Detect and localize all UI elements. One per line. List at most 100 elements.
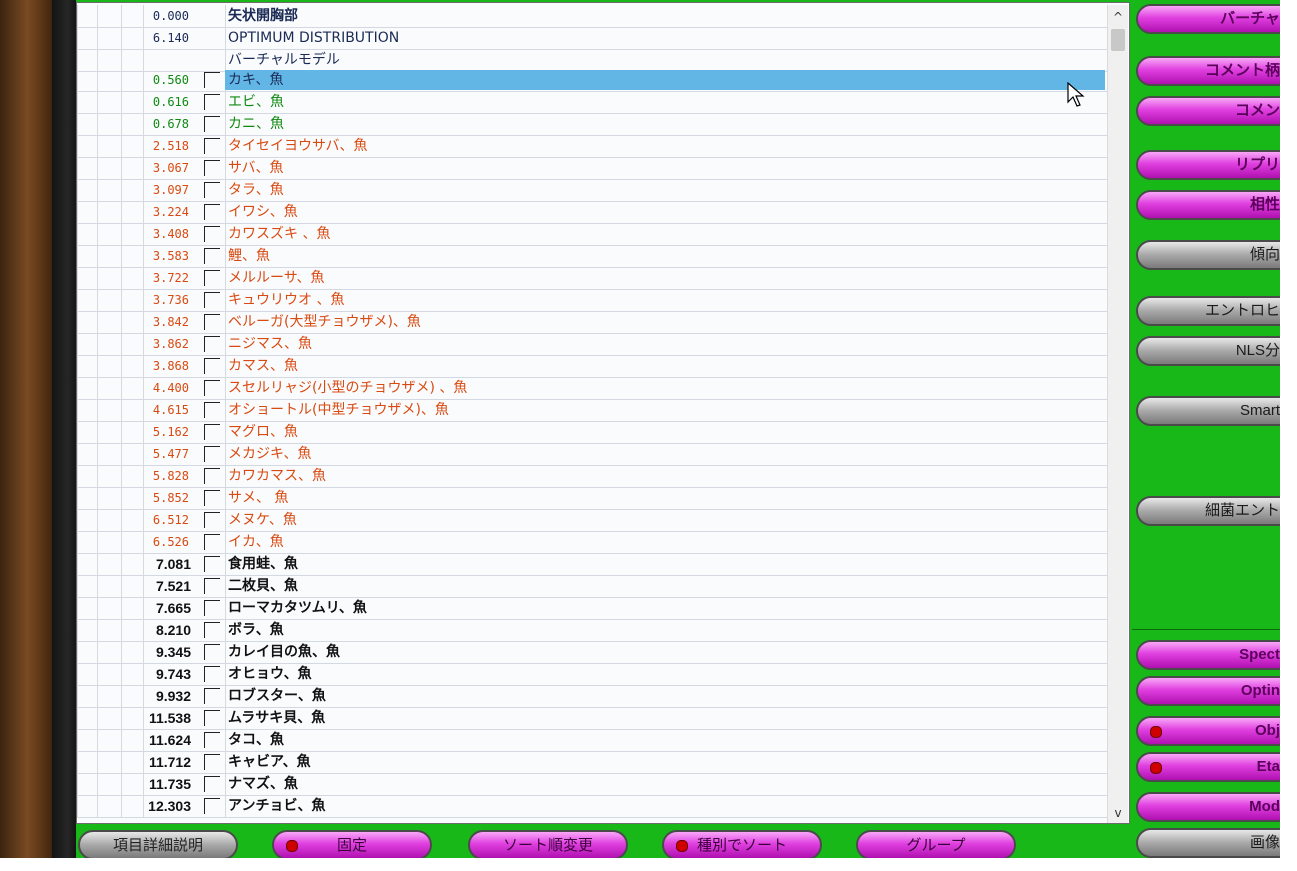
header-row[interactable]: 0.000 矢状開胸部 (77, 5, 1107, 28)
table-row[interactable]: 4.400 スセルリャジ(小型のチョウザメ) 、魚 (77, 377, 1107, 400)
row-checkbox[interactable] (204, 688, 220, 704)
table-row[interactable]: 5.852 サメ、 魚 (77, 487, 1107, 510)
side-button-label: リプリ (1234, 156, 1280, 173)
table-row[interactable]: 7.521 二枚貝、魚 (77, 575, 1107, 598)
side-button-10[interactable]: Spect (1136, 640, 1280, 670)
scroll-thumb[interactable] (1111, 29, 1125, 51)
row-checkbox[interactable] (204, 644, 220, 660)
table-row[interactable]: 9.932 ロブスター、魚 (77, 685, 1107, 708)
table-row[interactable]: 2.518 タイセイヨウサバ、魚 (77, 135, 1107, 158)
side-button-2[interactable]: コメン (1136, 96, 1280, 126)
grid-line (97, 575, 98, 597)
table-row[interactable] (77, 817, 1107, 823)
row-checkbox[interactable] (204, 424, 220, 440)
row-checkbox[interactable] (204, 336, 220, 352)
row-checkbox[interactable] (204, 402, 220, 418)
bottom-button-0[interactable]: 項目詳細説明 (78, 830, 238, 858)
header-row[interactable]: 6.140 OPTIMUM DISTRIBUTION (77, 27, 1107, 50)
row-checkbox[interactable] (204, 380, 220, 396)
row-checkbox[interactable] (204, 556, 220, 572)
table-row[interactable]: 5.477 メカジキ、魚 (77, 443, 1107, 466)
row-checkbox[interactable] (204, 116, 220, 132)
table-row[interactable]: 11.735 ナマズ、魚 (77, 773, 1107, 796)
bottom-button-2[interactable]: ソート順変更 (468, 830, 628, 858)
table-row[interactable]: 5.162 マグロ、魚 (77, 421, 1107, 444)
row-checkbox[interactable] (204, 138, 220, 154)
table-row[interactable]: 0.616 エビ、魚 (77, 91, 1107, 114)
table-row[interactable]: 8.210 ボラ、魚 (77, 619, 1107, 642)
row-checkbox[interactable] (204, 622, 220, 638)
row-checkbox[interactable] (204, 710, 220, 726)
table-row[interactable]: 3.868 カマス、魚 (77, 355, 1107, 378)
row-checkbox[interactable] (204, 600, 220, 616)
table-row[interactable]: 3.097 タラ、魚 (77, 179, 1107, 202)
row-checkbox[interactable] (204, 798, 220, 814)
row-checkbox[interactable] (204, 248, 220, 264)
table-row[interactable]: 9.345 カレイ目の魚、魚 (77, 641, 1107, 664)
scroll-down-arrow-icon[interactable]: v (1108, 803, 1128, 823)
row-checkbox[interactable] (204, 314, 220, 330)
list-scrollbar[interactable]: ^ v (1107, 5, 1128, 823)
row-checkbox[interactable] (204, 270, 220, 286)
row-checkbox[interactable] (204, 578, 220, 594)
row-checkbox[interactable] (204, 666, 220, 682)
row-checkbox[interactable] (204, 358, 220, 374)
bottom-button-4[interactable]: グループ (856, 830, 1016, 858)
table-row[interactable]: 11.712 キャビア、魚 (77, 751, 1107, 774)
table-row[interactable]: 11.624 タコ、魚 (77, 729, 1107, 752)
row-checkbox[interactable] (204, 468, 220, 484)
table-row[interactable]: 3.842 ベルーガ(大型チョウザメ)、魚 (77, 311, 1107, 334)
row-checkbox[interactable] (204, 226, 220, 242)
table-row[interactable]: 11.538 ムラサキ貝、魚 (77, 707, 1107, 730)
table-row[interactable]: 12.303 アンチョビ、魚 (77, 795, 1107, 818)
row-checkbox[interactable] (204, 754, 220, 770)
table-row[interactable]: 3.408 カワスズキ 、魚 (77, 223, 1107, 246)
table-row[interactable]: 0.678 カニ、魚 (77, 113, 1107, 136)
table-row[interactable]: 7.081 食用蛙、魚 (77, 553, 1107, 576)
side-button-5[interactable]: 傾向 (1136, 240, 1280, 270)
bottom-button-1[interactable]: 固定 (272, 830, 432, 858)
side-button-7[interactable]: NLS分 (1136, 336, 1280, 366)
side-button-15[interactable]: 画像 (1136, 828, 1280, 858)
row-checkbox[interactable] (204, 292, 220, 308)
item-list[interactable]: ^ v 0.000 矢状開胸部 6.140 OPTIMUM DISTRIBUTION バ… (76, 2, 1130, 824)
side-button-1[interactable]: コメント柄 (1136, 56, 1280, 86)
table-row[interactable]: 5.828 カワカマス、魚 (77, 465, 1107, 488)
row-checkbox[interactable] (204, 204, 220, 220)
table-row[interactable]: 6.526 イカ、魚 (77, 531, 1107, 554)
table-row[interactable]: 6.512 メヌケ、魚 (77, 509, 1107, 532)
photo-border-right (1280, 0, 1297, 871)
row-checkbox[interactable] (204, 446, 220, 462)
table-row[interactable]: 4.615 オショートル(中型チョウザメ)、魚 (77, 399, 1107, 422)
table-row[interactable]: 3.224 イワシ、魚 (77, 201, 1107, 224)
table-row[interactable]: 9.743 オヒョウ、魚 (77, 663, 1107, 686)
side-button-11[interactable]: Optin (1136, 676, 1280, 706)
row-checkbox[interactable] (204, 160, 220, 176)
side-button-4[interactable]: 相性 (1136, 190, 1280, 220)
side-button-6[interactable]: エントロヒ (1136, 296, 1280, 326)
table-row[interactable]: 3.067 サバ、魚 (77, 157, 1107, 180)
bottom-button-3[interactable]: 種別でソート (662, 830, 822, 858)
row-checkbox[interactable] (204, 776, 220, 792)
row-checkbox[interactable] (204, 512, 220, 528)
table-row[interactable]: 0.560 カキ、魚 (77, 69, 1107, 92)
table-row[interactable]: 3.736 キュウリウオ 、魚 (77, 289, 1107, 312)
side-button-9[interactable]: 細菌エント (1136, 496, 1280, 526)
row-checkbox[interactable] (204, 182, 220, 198)
row-checkbox[interactable] (204, 94, 220, 110)
row-checkbox[interactable] (204, 534, 220, 550)
side-button-3[interactable]: リプリ (1136, 150, 1280, 180)
side-button-14[interactable]: Mod (1136, 792, 1280, 822)
row-checkbox[interactable] (204, 72, 220, 88)
side-button-0[interactable]: バーチャ (1136, 4, 1280, 34)
table-row[interactable]: 7.665 ローマカタツムリ、魚 (77, 597, 1107, 620)
row-checkbox[interactable] (204, 732, 220, 748)
side-button-13[interactable]: Eta (1136, 752, 1280, 782)
side-button-8[interactable]: Smart (1136, 396, 1280, 426)
row-checkbox[interactable] (204, 490, 220, 506)
table-row[interactable]: 3.583 鯉、魚 (77, 245, 1107, 268)
table-row[interactable]: 3.722 メルルーサ、魚 (77, 267, 1107, 290)
scroll-up-arrow-icon[interactable]: ^ (1108, 7, 1128, 27)
table-row[interactable]: 3.862 ニジマス、魚 (77, 333, 1107, 356)
side-button-12[interactable]: Obj (1136, 716, 1280, 746)
